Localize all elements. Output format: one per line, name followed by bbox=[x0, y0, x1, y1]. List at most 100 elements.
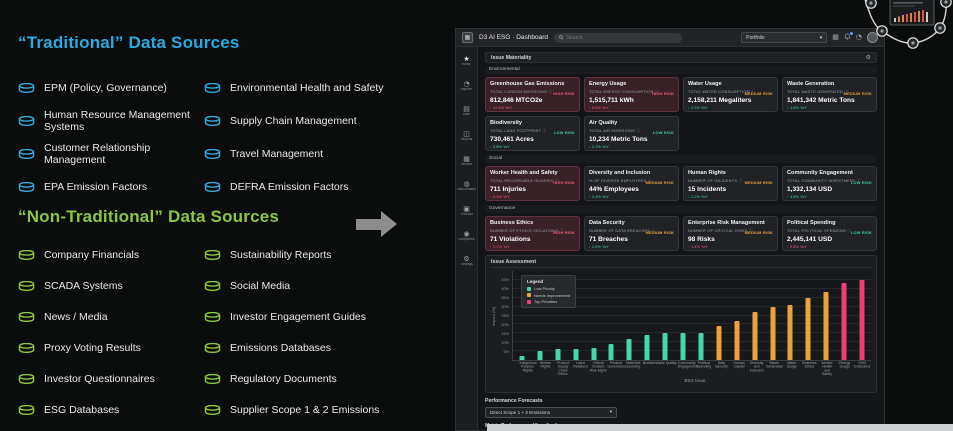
info-icon: ⓘ bbox=[548, 89, 553, 94]
kpi-card[interactable]: Diversity and Inclusion % OF DIVERSE EMP… bbox=[584, 166, 679, 201]
chart-bar[interactable] bbox=[644, 335, 650, 360]
data-source-item: EPA Emission Factors bbox=[18, 171, 204, 204]
chart-bar[interactable] bbox=[680, 333, 686, 360]
info-icon: ⓘ bbox=[738, 178, 743, 183]
data-source-label: Supplier Scope 1 & 2 Emissions bbox=[230, 403, 380, 416]
kpi-trend: ↑ 5.1% YoY bbox=[490, 244, 510, 249]
data-source-item: Supplier Scope 1 & 2 Emissions bbox=[204, 395, 390, 426]
database-icon bbox=[204, 281, 221, 292]
kpi-card-title: Political Spending bbox=[787, 220, 836, 226]
kpi-card[interactable]: Business Ethics NUMBER OF ETHICS VIOLATI… bbox=[485, 216, 580, 251]
chart-x-tick-label: Product Governance bbox=[607, 361, 627, 369]
sidebar-item[interactable]: ▣ Portfolio bbox=[456, 200, 477, 225]
chart-title: Issue Assessment bbox=[491, 259, 871, 268]
chart-bar[interactable] bbox=[716, 326, 722, 360]
data-sources-panel: “Traditional” Data Sources EPM (Policy, … bbox=[0, 0, 455, 431]
kpi-card[interactable]: Political Spending TOTAL POLITICAL SPEND… bbox=[782, 216, 877, 251]
sidebar-item-label: Home bbox=[462, 63, 471, 67]
database-icon bbox=[204, 83, 221, 94]
metric-dropdown-value: Direct Scope 1 + 2 Emissions bbox=[490, 410, 551, 415]
database-icon bbox=[18, 312, 35, 323]
chart-x-tick-label: Political Spending bbox=[696, 361, 712, 369]
chart-bar[interactable] bbox=[537, 351, 543, 360]
chart-x-tick-label: Waste Generation bbox=[765, 361, 784, 369]
risk-badge: MEDIUM RISK bbox=[744, 91, 773, 96]
kpi-card[interactable]: Human Rights NUMBER OF INCIDENTS ⓘ 15 In… bbox=[683, 166, 778, 201]
chart-bar[interactable] bbox=[608, 343, 614, 360]
sidebar-item-icon: ★ bbox=[463, 55, 470, 63]
database-icon bbox=[18, 343, 35, 354]
chart-bar[interactable] bbox=[770, 306, 776, 360]
chart-bar[interactable] bbox=[787, 304, 793, 360]
sidebar-item-label: Benchmarks bbox=[457, 188, 476, 192]
database-icon bbox=[18, 250, 35, 261]
kpi-card-title: Water Usage bbox=[688, 81, 722, 87]
sidebar-item[interactable]: ◫ Reports bbox=[456, 125, 477, 150]
chart-bar[interactable] bbox=[823, 292, 829, 360]
database-icon bbox=[18, 281, 35, 292]
kpi-card[interactable]: Greenhouse Gas Emissions TOTAL CARBON EM… bbox=[485, 77, 580, 112]
sidebar-item[interactable]: ⚙ Settings bbox=[456, 250, 477, 275]
kpi-card-title: Diversity and Inclusion bbox=[589, 170, 651, 176]
kpi-card[interactable]: Air Quality TOTAL AIR EMISSIONS ⓘ 10,234… bbox=[584, 116, 679, 151]
database-icon bbox=[18, 116, 35, 127]
kpi-value: 71 Violations bbox=[490, 235, 531, 243]
sidebar-item[interactable]: ▦ Metrics bbox=[456, 150, 477, 175]
kpi-value: 1,841,342 Metric Tons bbox=[787, 96, 855, 104]
search-box[interactable] bbox=[554, 32, 683, 43]
chart-bar[interactable] bbox=[573, 349, 579, 360]
sidebar-item[interactable]: ▤ Data bbox=[456, 100, 477, 125]
sidebar-item[interactable]: ★ Home bbox=[456, 50, 477, 75]
kpi-card[interactable]: Biodiversity TOTAL LAND FOOTPRINT ⓘ 730,… bbox=[485, 116, 580, 151]
chart-bar[interactable] bbox=[698, 333, 704, 360]
data-source-label: ESG Databases bbox=[44, 403, 120, 416]
data-source-label: EPM (Policy, Governance) bbox=[44, 81, 167, 94]
materiality-header-label: Issue Materiality bbox=[491, 54, 532, 61]
traditional-heading: “Traditional” Data Sources bbox=[18, 33, 240, 52]
chart-bar[interactable] bbox=[841, 283, 847, 360]
kpi-trend: ↓ 2.6% YoY bbox=[589, 244, 609, 249]
sidebar-item[interactable]: ◍ Benchmarks bbox=[456, 175, 477, 200]
database-icon bbox=[204, 149, 221, 160]
search-input[interactable] bbox=[566, 34, 678, 41]
kpi-card[interactable]: Enterprise Risk Management NUMBER OF CRI… bbox=[683, 216, 778, 251]
data-source-item: Investor Questionnaires bbox=[18, 364, 204, 395]
chart-bar[interactable] bbox=[662, 333, 668, 360]
database-icon bbox=[18, 405, 35, 416]
chart-bar[interactable] bbox=[805, 297, 811, 360]
chart-legend-entry: Needs Improvement bbox=[527, 293, 570, 298]
chart-x-tick-label: Data Security bbox=[715, 361, 728, 369]
metric-dropdown[interactable]: Direct Scope 1 + 2 Emissions ▾ bbox=[485, 407, 617, 418]
risk-badge: HIGH RISK bbox=[553, 91, 575, 96]
sidebar-item[interactable]: ◔ Explore bbox=[456, 75, 477, 100]
chart-bar[interactable] bbox=[734, 320, 740, 360]
slide: “Traditional” Data Sources EPM (Policy, … bbox=[0, 0, 953, 431]
org-dropdown[interactable]: Portfolio ▾ bbox=[741, 32, 828, 43]
kpi-card[interactable]: Community Engagement TOTAL COMMUNITY INV… bbox=[782, 166, 877, 201]
sidebar-item-label: Settings bbox=[460, 263, 473, 267]
risk-badge: LOW RISK bbox=[553, 130, 575, 135]
sidebar-item-label: Explore bbox=[460, 88, 473, 92]
sidebar-item[interactable]: ◉ Companies bbox=[456, 225, 477, 250]
kpi-card[interactable]: Waste Generation TOTAL WASTE GENERATED ⓘ… bbox=[782, 77, 877, 112]
data-source-item: SCADA Systems bbox=[18, 271, 204, 302]
chart-bar[interactable] bbox=[752, 311, 758, 360]
chart-x-tick-label: Indigenous Peoples' Rights bbox=[519, 361, 537, 373]
flow-arrow-icon bbox=[356, 211, 397, 237]
kpi-card[interactable]: Data Security NUMBER OF DATA BREACHES ⓘ … bbox=[584, 216, 679, 251]
gear-icon[interactable]: ⚙ bbox=[866, 54, 871, 61]
kpi-card[interactable]: Energy Usage TOTAL ENERGY CONSUMPTION ⓘ … bbox=[584, 77, 679, 112]
kpi-card[interactable]: Worker Health and Safety TOTAL RECORDABL… bbox=[485, 166, 580, 201]
data-source-item: Emissions Databases bbox=[204, 333, 390, 364]
chart-bar[interactable] bbox=[626, 338, 632, 360]
sidebar-item-icon: ▣ bbox=[463, 205, 470, 213]
chart-bar[interactable] bbox=[555, 349, 561, 360]
chart-bar[interactable] bbox=[519, 356, 525, 360]
database-icon bbox=[204, 182, 221, 193]
chart-bar[interactable] bbox=[859, 279, 865, 360]
kpi-trend: ↑ 1.4% YoY bbox=[688, 244, 708, 249]
chart-bar[interactable] bbox=[591, 347, 597, 360]
sidebar-item-label: Metrics bbox=[461, 163, 472, 167]
chart-legend-items: Low Priority Needs Improvement Top Priorit… bbox=[527, 286, 570, 304]
kpi-card[interactable]: Water Usage TOTAL WATER CONSUMPTION ⓘ 2,… bbox=[683, 77, 778, 112]
